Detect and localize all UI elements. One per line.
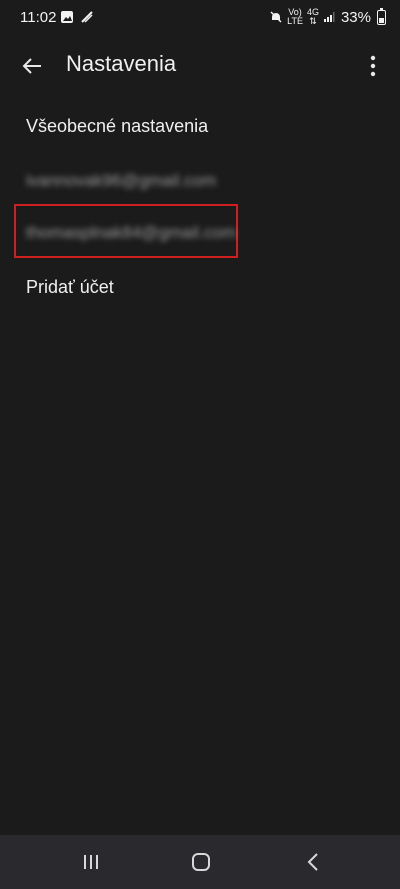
navigation-bar [0, 835, 400, 889]
arrow-left-icon [22, 58, 41, 74]
nav-back-button[interactable] [298, 849, 328, 875]
status-right: Vo) LTE 4G ⇅ 33% [269, 7, 386, 26]
recents-icon [84, 855, 98, 869]
menu-item-add-account[interactable]: Pridať účet [26, 277, 114, 298]
signal-icon [323, 12, 335, 22]
battery-icon [377, 7, 386, 25]
recents-button[interactable] [76, 849, 106, 875]
status-left-icons [60, 10, 94, 24]
network-4g-indicator: 4G ⇅ [307, 8, 319, 26]
home-icon [192, 853, 210, 871]
mute-icon [270, 11, 282, 23]
menu-item-account-2[interactable]: thomasplnak84@gmail.com [26, 223, 236, 243]
app-bar: Nastavenia [0, 36, 400, 94]
menu-item-general-settings[interactable]: Všeobecné nastavenia [26, 116, 208, 137]
page-title: Nastavenia [66, 51, 177, 76]
battery-percent: 33% [340, 8, 371, 26]
volte-indicator: Vo) LTE [287, 8, 303, 26]
back-button[interactable] [18, 52, 46, 80]
status-bar: 11:02 Vo) LTE 4G ⇅ 33% [0, 0, 400, 36]
arrows-icon: ⇅ [309, 16, 317, 26]
more-options-button[interactable] [364, 52, 382, 80]
more-vertical-icon [370, 55, 376, 77]
home-button[interactable] [186, 849, 216, 875]
lte-label: LTE [287, 16, 303, 26]
menu-item-account-1[interactable]: ivannovak96@gmail.com [26, 171, 216, 191]
status-time: 11:02 [20, 9, 57, 26]
edit-pen-icon [81, 11, 93, 23]
gallery-icon [61, 11, 73, 23]
chevron-left-icon [307, 853, 318, 871]
